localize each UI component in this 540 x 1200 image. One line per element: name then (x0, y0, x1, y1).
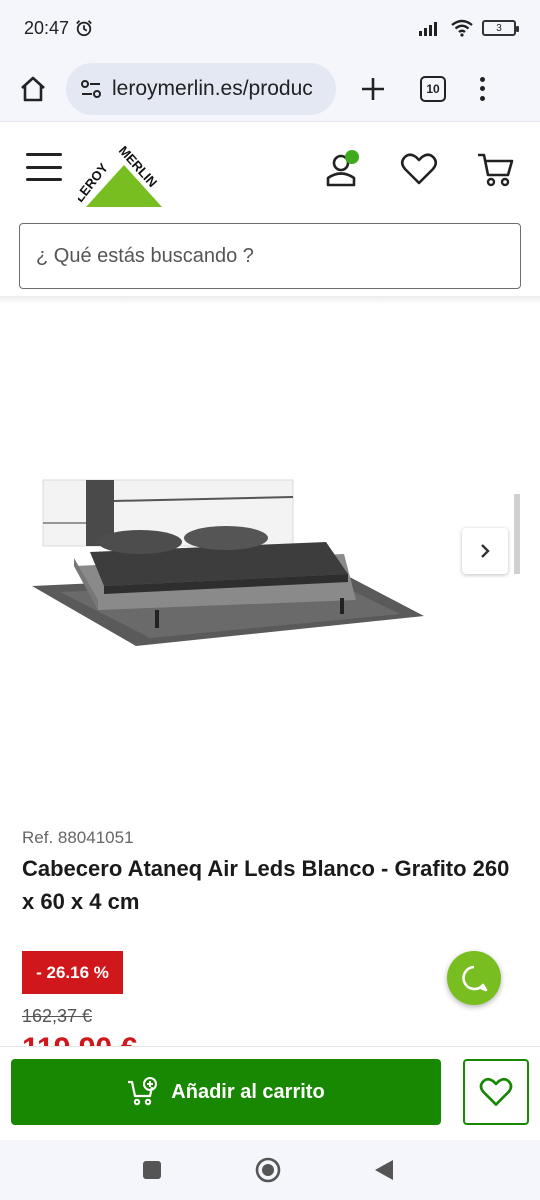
add-to-cart-button[interactable]: Añadir al carrito (11, 1059, 441, 1125)
cart-icon[interactable] (476, 149, 516, 189)
square-icon (143, 1161, 161, 1179)
circle-icon (255, 1157, 281, 1183)
system-navigation-bar (0, 1140, 540, 1200)
back-button[interactable] (371, 1157, 397, 1183)
new-tab-button[interactable] (356, 72, 390, 106)
home-button[interactable] (14, 70, 52, 108)
header-divider (0, 296, 540, 304)
account-icon[interactable] (324, 149, 364, 189)
signal-icon (419, 22, 437, 36)
current-price: 119,90 € (22, 1032, 137, 1046)
heart-icon[interactable] (399, 149, 439, 189)
site-settings-icon[interactable] (80, 79, 102, 99)
chevron-right-icon (481, 544, 490, 558)
product-image-gallery[interactable] (0, 304, 540, 804)
leroy-merlin-logo[interactable]: LEROY MERLIN (78, 137, 172, 211)
browser-menu-button[interactable] (476, 74, 488, 104)
hamburger-menu-icon[interactable] (26, 153, 62, 181)
back-triangle-icon (375, 1160, 393, 1180)
status-time: 20:47 (24, 17, 70, 38)
recents-button[interactable] (139, 1157, 165, 1183)
add-to-cart-icon (128, 1077, 158, 1106)
chat-button[interactable] (447, 951, 501, 1005)
home-nav-button[interactable] (255, 1157, 281, 1183)
status-bar: 20:47 3 (0, 0, 540, 56)
address-bar[interactable]: leroymerlin.es/produc (66, 62, 336, 115)
old-price: 162,37 € (22, 1006, 93, 1026)
bottom-action-bar: Añadir al carrito (0, 1046, 540, 1140)
next-image-button[interactable] (462, 528, 508, 574)
site-header: LEROY MERLIN (0, 123, 540, 213)
plus-icon (362, 77, 384, 100)
next-image-preview (514, 494, 520, 574)
discount-badge: - 26.16 % (22, 951, 123, 994)
battery-icon: 3 (482, 20, 519, 36)
heart-icon (479, 1077, 513, 1106)
alarm-icon (76, 20, 92, 37)
chat-icon (462, 965, 488, 992)
status-icons: 3 (418, 19, 519, 37)
product-image[interactable] (0, 304, 540, 804)
home-icon (21, 76, 45, 101)
browser-toolbar: leroymerlin.es/produc 10 (0, 56, 540, 122)
search-box[interactable] (19, 223, 521, 289)
wifi-icon (451, 19, 473, 37)
product-title: Cabecero Ataneq Air Leds Blanco - Grafit… (22, 856, 510, 914)
product-reference: Ref. 88041051 (22, 828, 134, 847)
add-to-wishlist-button[interactable] (463, 1059, 529, 1125)
tab-switcher-button[interactable]: 10 (420, 75, 446, 102)
add-to-cart-label: Añadir al carrito (171, 1080, 325, 1103)
url-text: leroymerlin.es/produc (112, 76, 313, 100)
search-input[interactable] (36, 244, 504, 268)
